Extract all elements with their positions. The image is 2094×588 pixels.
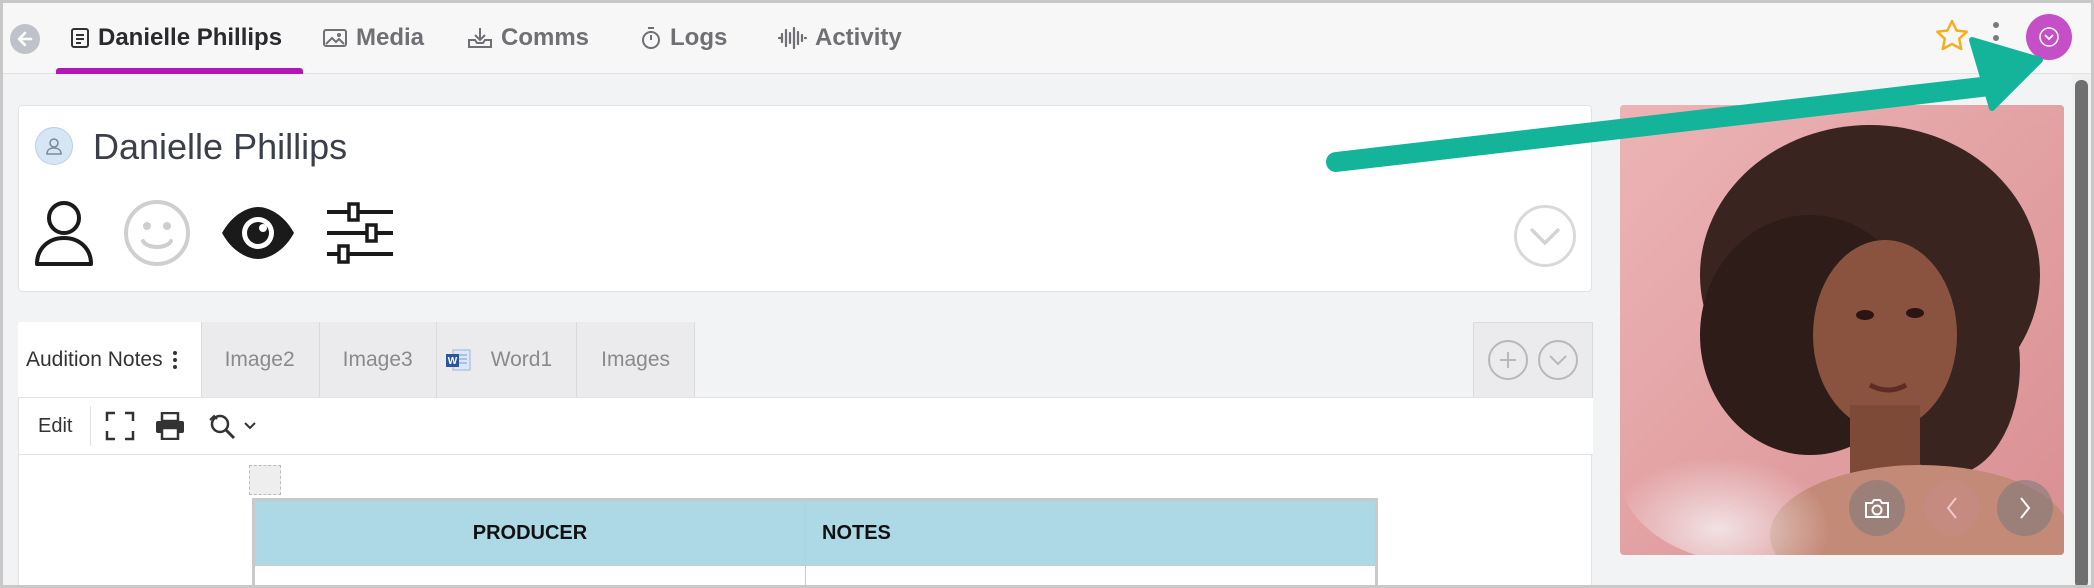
tab-word1[interactable]: W Word1 — [436, 322, 578, 398]
find-replace-button[interactable] — [207, 411, 257, 441]
profile-card: Danielle Phillips — [18, 105, 1592, 292]
portrait-image — [1620, 105, 2064, 555]
tab-label: Comms — [501, 24, 590, 51]
active-tab-indicator — [56, 68, 303, 74]
tab-label: Image2 — [224, 348, 295, 371]
table-cell[interactable] — [253, 565, 806, 588]
camera-button[interactable] — [1849, 480, 1905, 536]
svg-text:W: W — [447, 356, 457, 367]
expand-profile-button[interactable] — [1514, 205, 1576, 267]
chevron-right-icon — [2020, 497, 2031, 519]
tab-audition-notes[interactable]: Audition Notes — [18, 322, 202, 398]
table-cell[interactable] — [805, 565, 1377, 588]
fullscreen-button[interactable] — [105, 411, 135, 441]
tab-media[interactable]: Media — [322, 20, 424, 56]
plus-icon — [1500, 352, 1516, 368]
chevron-down-icon — [2039, 27, 2059, 47]
scrollbar-thumb[interactable] — [2075, 80, 2088, 588]
tab-menu-icon[interactable] — [172, 351, 177, 369]
printer-icon — [156, 412, 185, 440]
tab-images[interactable]: Images — [577, 322, 696, 398]
tab-label: Activity — [815, 24, 902, 51]
user-menu-button[interactable] — [2026, 14, 2072, 60]
arrow-left-icon — [17, 31, 33, 47]
smiley-icon[interactable] — [123, 199, 191, 267]
image-icon — [323, 29, 347, 47]
tab-image2[interactable]: Image2 — [201, 322, 320, 398]
back-button[interactable] — [10, 24, 40, 54]
previous-photo-button[interactable] — [1924, 480, 1980, 536]
profile-name: Danielle Phillips — [93, 126, 348, 167]
tab-comms[interactable]: Comms — [467, 20, 589, 56]
person-icon — [46, 138, 62, 155]
chevron-down-icon — [1549, 355, 1567, 366]
document-icon — [71, 28, 89, 48]
add-tab-button[interactable] — [1488, 340, 1528, 380]
more-options-icon[interactable] — [1990, 22, 2002, 54]
eye-icon[interactable] — [219, 205, 297, 261]
tab-label: Media — [356, 24, 425, 51]
tab-logs[interactable]: Logs — [640, 20, 727, 56]
tab-image3[interactable]: Image3 — [319, 322, 437, 398]
profile-action-icons — [33, 198, 395, 268]
tab-profile[interactable]: Danielle Phillips — [70, 20, 282, 56]
document-editor: Edit PRODUCER NOTES — [18, 397, 1593, 588]
search-replace-icon — [209, 414, 236, 440]
document-tabs: Audition Notes Image2 Image3 W Word1 Ima… — [18, 322, 696, 398]
next-photo-button[interactable] — [1997, 480, 2053, 536]
sliders-icon[interactable] — [325, 202, 395, 264]
tab-activity[interactable]: Activity — [777, 20, 902, 56]
chevron-down-icon — [1529, 227, 1561, 246]
waveform-icon — [777, 26, 807, 50]
table-header-producer: PRODUCER — [253, 499, 806, 566]
tab-actions — [1473, 322, 1593, 398]
top-navigation-bar: Danielle Phillips Media Comms Logs Activ… — [0, 0, 2094, 74]
notes-table: PRODUCER NOTES — [252, 498, 1378, 588]
print-button[interactable] — [155, 412, 185, 440]
more-tabs-button[interactable] — [1538, 340, 1578, 380]
profile-photo[interactable] — [1620, 105, 2064, 555]
tab-label: Images — [601, 348, 671, 371]
table-row — [253, 565, 1377, 588]
chevron-left-icon — [1946, 497, 1957, 519]
edit-button[interactable]: Edit — [19, 406, 92, 446]
person-outline-icon[interactable] — [33, 198, 95, 268]
inbox-download-icon — [468, 28, 492, 48]
tab-label: Image3 — [342, 348, 413, 371]
tab-label: Audition Notes — [26, 348, 163, 371]
table-header-notes: NOTES — [805, 499, 1377, 566]
star-icon[interactable] — [1934, 18, 1970, 54]
fullscreen-icon — [106, 411, 135, 441]
camera-icon — [1865, 499, 1889, 518]
tab-label: Logs — [670, 24, 728, 51]
chevron-down-icon — [244, 422, 257, 430]
stopwatch-icon — [642, 27, 660, 49]
word-doc-icon: W — [445, 349, 471, 371]
avatar[interactable] — [35, 127, 73, 165]
editor-toolbar: Edit — [19, 398, 1593, 455]
table-drag-handle[interactable] — [249, 465, 281, 495]
tab-label: Danielle Phillips — [98, 24, 283, 51]
tab-label: Word1 — [490, 348, 553, 371]
